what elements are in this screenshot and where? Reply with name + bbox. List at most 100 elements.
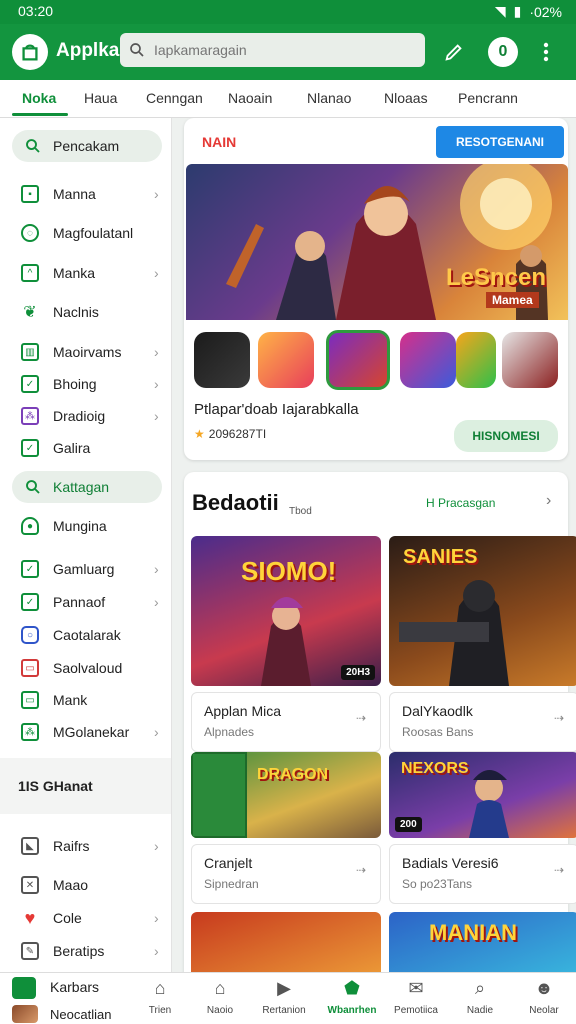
game-thumbnail[interactable]: SANIES bbox=[389, 536, 576, 686]
app-logo-icon[interactable] bbox=[12, 34, 48, 70]
sidebar-item-caotalarak[interactable]: ○ Caotalarak bbox=[0, 620, 171, 650]
sidebar-item-beratips[interactable]: ✎ Beratips › bbox=[0, 936, 171, 966]
sidebar-item-label: Pannaof bbox=[53, 594, 106, 610]
nav-rertanion[interactable]: ▶ Rertanion bbox=[254, 977, 314, 1017]
puzzle-icon: ⁂ bbox=[21, 723, 39, 741]
sidebar-item-kattagan[interactable]: Kattagan bbox=[0, 472, 171, 502]
game-card[interactable]: Cranjelt Sipnedran ⇢ bbox=[191, 844, 381, 904]
section-title: Bedaotii bbox=[192, 490, 279, 515]
app-icon[interactable] bbox=[194, 332, 250, 388]
featured-banner[interactable]: LeSncen Mamea bbox=[186, 164, 568, 320]
tab-pencrann[interactable]: Pencrann bbox=[458, 90, 518, 106]
tv-icon: ▭ bbox=[21, 659, 39, 677]
game-thumbnail[interactable]: DRAGON bbox=[191, 752, 381, 838]
sidebar-item-label: Bhoing bbox=[53, 376, 97, 392]
mail-icon: ✉ bbox=[408, 977, 424, 998]
game-thumbnail[interactable]: NEXORS 200 bbox=[389, 752, 576, 838]
section-link[interactable]: H Pracasgan bbox=[426, 496, 495, 510]
sidebar-item-label: Maoirvams bbox=[53, 344, 122, 360]
sidebar-item-label: Galira bbox=[53, 440, 91, 456]
game-art bbox=[261, 597, 311, 686]
sidebar-item-raifrs[interactable]: ◣ Raifrs › bbox=[0, 831, 171, 861]
edit-icon[interactable] bbox=[440, 38, 468, 66]
search-icon bbox=[24, 478, 42, 501]
check-icon: ✓ bbox=[21, 560, 39, 578]
sidebar-item-maao[interactable]: ✕ Maao bbox=[0, 870, 171, 900]
apps-icon: ▪ bbox=[21, 185, 39, 203]
sidebar-item-manka[interactable]: ^ Manka › bbox=[0, 258, 171, 288]
more-vert-icon[interactable] bbox=[532, 38, 560, 66]
sidebar-item-cole[interactable]: ♥ Cole › bbox=[0, 903, 171, 933]
game-thumbnail[interactable]: MANIAN bbox=[389, 912, 576, 972]
sidebar-item-gamluarg[interactable]: ✓ Gamluarg › bbox=[0, 554, 171, 584]
rating-value: 2096287TI bbox=[208, 427, 267, 441]
game-subtitle: Alpnades bbox=[204, 725, 255, 739]
app-icon[interactable] bbox=[456, 332, 496, 388]
sidebar-item-bhoing[interactable]: ✓ Bhoing › bbox=[0, 369, 171, 399]
sidebar-item-mank[interactable]: ▭ Mank bbox=[0, 685, 171, 715]
sidebar-item-naclnis[interactable]: ❦ Naclnis bbox=[0, 297, 171, 327]
tab-nloaas[interactable]: Nloaas bbox=[384, 90, 428, 106]
sidebar: Pencakam ▪ Manna › ◌ Magfoulatanl ^ Mank… bbox=[0, 118, 172, 972]
active-tab-indicator bbox=[12, 113, 68, 116]
game-card[interactable]: DalYkaodlk Roosas Bans ⇢ bbox=[389, 692, 576, 752]
profile-avatar[interactable] bbox=[12, 1005, 38, 1023]
app-icon[interactable] bbox=[502, 332, 558, 388]
game-card[interactable]: Badials Veresi6 So po23Tans ⇢ bbox=[389, 844, 576, 904]
image-icon: ◣ bbox=[21, 837, 39, 855]
sidebar-item-pencakam[interactable]: Pencakam bbox=[0, 131, 171, 161]
section-subtitle: Tbod bbox=[289, 506, 312, 517]
nav-label: Neolar bbox=[529, 1005, 559, 1016]
chevron-right-icon: › bbox=[154, 376, 159, 392]
download-icon[interactable]: ⇢ bbox=[554, 711, 564, 725]
shield-icon: ⬟ bbox=[344, 977, 360, 998]
tab-cenngan[interactable]: Cenngan bbox=[146, 90, 203, 106]
game-card[interactable]: Applan Mica Alpnades ⇢ bbox=[191, 692, 381, 752]
nav-naoio[interactable]: ⌂ Naoio bbox=[190, 977, 250, 1017]
search-icon: ⌕ bbox=[474, 977, 486, 998]
tab-noka[interactable]: Noka bbox=[22, 90, 56, 106]
nav-nadie[interactable]: ⌕ Nadie bbox=[450, 977, 510, 1017]
nav-trien[interactable]: ⌂ Trien bbox=[130, 977, 190, 1017]
puzzle-icon: ⁂ bbox=[21, 407, 39, 425]
sidebar-item-dradioig[interactable]: ⁂ Dradioig › bbox=[0, 401, 171, 431]
featured-rating: ★ 2096287TI bbox=[194, 427, 266, 441]
sidebar-item-label: Cole bbox=[53, 910, 82, 926]
sidebar-item-pannaof[interactable]: ✓ Pannaof › bbox=[0, 587, 171, 617]
search-bar[interactable] bbox=[120, 33, 425, 67]
app-name: Applka bbox=[56, 40, 120, 61]
sidebar-item-saolvaloud[interactable]: ▭ Saolvaloud bbox=[0, 653, 171, 683]
sidebar-item-maoirvams[interactable]: ▥ Maoirvams › bbox=[0, 337, 171, 367]
tab-nlanao[interactable]: Nlanao bbox=[307, 90, 351, 106]
nav-pemotiica[interactable]: ✉ Pemotiica bbox=[386, 977, 446, 1017]
game-thumbnail[interactable]: SIOMO! 20H3 bbox=[191, 536, 381, 686]
sidebar-item-label: Gamluarg bbox=[53, 561, 115, 577]
download-icon[interactable]: ⇢ bbox=[554, 863, 564, 877]
install-button[interactable]: HISNOMESI bbox=[454, 420, 558, 452]
nav-wbanrhen[interactable]: ⬟ Wbanrhen bbox=[322, 977, 382, 1017]
app-icon[interactable] bbox=[400, 332, 456, 388]
karbars-label[interactable]: Karbars bbox=[50, 979, 99, 995]
tab-haua[interactable]: Haua bbox=[84, 90, 117, 106]
sidebar-item-mgolanekar[interactable]: ⁂ MGolanekar › bbox=[0, 717, 171, 747]
sidebar-item-magfoulatanl[interactable]: ◌ Magfoulatanl bbox=[0, 218, 171, 248]
sidebar-item-manna[interactable]: ▪ Manna › bbox=[0, 179, 171, 209]
download-icon[interactable]: ⇢ bbox=[356, 711, 366, 725]
sidebar-item-galira[interactable]: ✓ Galira bbox=[0, 433, 171, 463]
search-icon bbox=[130, 43, 144, 57]
sidebar-item-label: Manka bbox=[53, 265, 96, 281]
nav-neolar[interactable]: ☻ Neolar bbox=[514, 977, 574, 1017]
profile-label[interactable]: Neocatlian bbox=[50, 1007, 111, 1022]
avatar[interactable]: 0 bbox=[488, 37, 518, 67]
download-icon[interactable]: ⇢ bbox=[356, 863, 366, 877]
game-thumbnail[interactable] bbox=[191, 912, 381, 972]
app-icon[interactable] bbox=[326, 330, 390, 390]
app-icon[interactable] bbox=[258, 332, 314, 388]
sidebar-item-label: Saolvaloud bbox=[53, 660, 123, 676]
tab-naoain[interactable]: Naoain bbox=[228, 90, 272, 106]
chevron-right-icon[interactable]: › bbox=[546, 492, 551, 510]
featured-action-button[interactable]: RESOTGENANI bbox=[436, 126, 564, 158]
status-time: 03:20 bbox=[18, 3, 54, 19]
search-input[interactable] bbox=[154, 42, 404, 58]
sidebar-item-mungina[interactable]: ● Mungina bbox=[0, 511, 171, 541]
